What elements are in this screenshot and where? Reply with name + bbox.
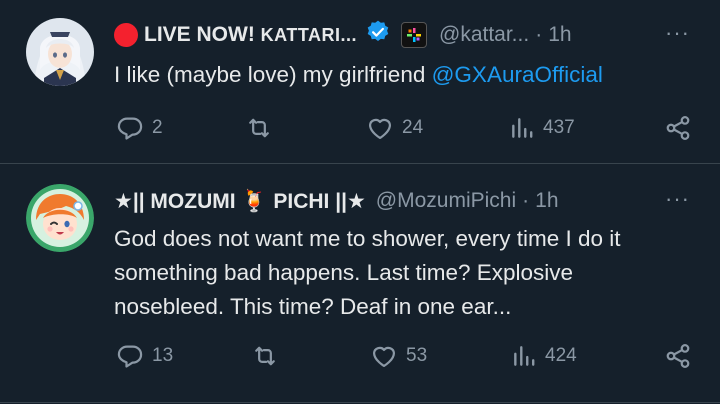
tweet-text: God does not want me to shower, every ti…	[114, 222, 694, 324]
views-count: 437	[543, 117, 575, 138]
avatar-image	[26, 18, 94, 86]
views-button[interactable]: 437	[509, 114, 575, 142]
handle[interactable]: @MozumiPichi	[376, 189, 516, 213]
tweet-text-line: God does not want me to shower, every ti…	[114, 226, 621, 251]
tweet-header: LIVE NOW! KATTARI... @kattar... · 1h	[114, 20, 572, 50]
tweet[interactable]: ★|| MOZUMI 🍹 PICHI ||★ @MozumiPichi · 1h…	[0, 164, 720, 402]
share-button[interactable]	[664, 114, 692, 142]
separator-dot: ·	[522, 189, 530, 212]
live-red-circle-icon	[114, 23, 138, 47]
tweet-text-line: nosebleed. This time? Deaf in one ear...	[114, 294, 512, 319]
separator-dot: ·	[535, 23, 543, 46]
retweet-icon	[249, 118, 269, 138]
reply-count: 13	[152, 345, 174, 366]
tweet[interactable]: LIVE NOW! KATTARI... @kattar... · 1h ···…	[0, 0, 720, 163]
like-button[interactable]: 24	[366, 114, 423, 142]
retweet-button[interactable]	[244, 114, 282, 142]
like-count: 24	[402, 117, 424, 138]
tweet-divider	[0, 402, 720, 403]
avatar[interactable]	[26, 184, 94, 252]
tweet-text-body: I like (maybe love) my girlfriend	[114, 62, 432, 87]
like-icon	[372, 346, 396, 368]
handle[interactable]: @kattar...	[439, 23, 529, 47]
avatar-image	[26, 184, 94, 252]
affiliate-badge-icon[interactable]	[401, 22, 427, 48]
views-count: 424	[545, 345, 577, 366]
reply-count: 2	[152, 117, 163, 138]
share-icon	[666, 344, 690, 368]
verified-badge-icon	[365, 19, 391, 51]
reply-icon	[117, 345, 143, 368]
like-button[interactable]: 53	[370, 342, 427, 370]
reply-button[interactable]: 13	[116, 342, 173, 370]
more-options-icon[interactable]: ···	[665, 186, 690, 212]
views-button[interactable]: 424	[511, 342, 577, 370]
retweet-button[interactable]	[250, 342, 288, 370]
tweet-header: ★|| MOZUMI 🍹 PICHI ||★ @MozumiPichi · 1h	[114, 186, 559, 216]
display-name[interactable]: LIVE NOW! KATTARI...	[144, 23, 357, 47]
tweet-text-line: something bad happens. Last time? Explos…	[114, 260, 574, 285]
timestamp[interactable]: 1h	[548, 23, 571, 47]
tweet-actions: 2 24 437	[0, 114, 720, 144]
display-name[interactable]: ★|| MOZUMI 🍹 PICHI ||★	[114, 189, 366, 214]
share-icon	[666, 116, 690, 140]
tweet-actions: 13 53 424	[0, 342, 720, 372]
display-name-prefix: LIVE NOW!	[144, 23, 261, 46]
display-name-main: KATTARI...	[260, 25, 357, 45]
timestamp[interactable]: 1h	[535, 189, 558, 213]
like-icon	[368, 118, 392, 140]
retweet-icon	[255, 346, 275, 366]
mention-link[interactable]: @GXAuraOfficial	[432, 62, 603, 87]
reply-button[interactable]: 2	[116, 114, 163, 142]
share-button[interactable]	[664, 342, 692, 370]
more-options-icon[interactable]: ···	[665, 20, 690, 46]
views-icon	[512, 118, 533, 138]
tweet-text: I like (maybe love) my girlfriend @GXAur…	[114, 58, 694, 92]
views-icon	[514, 346, 535, 366]
avatar[interactable]	[26, 18, 94, 86]
reply-icon	[117, 117, 143, 140]
like-count: 53	[406, 345, 428, 366]
